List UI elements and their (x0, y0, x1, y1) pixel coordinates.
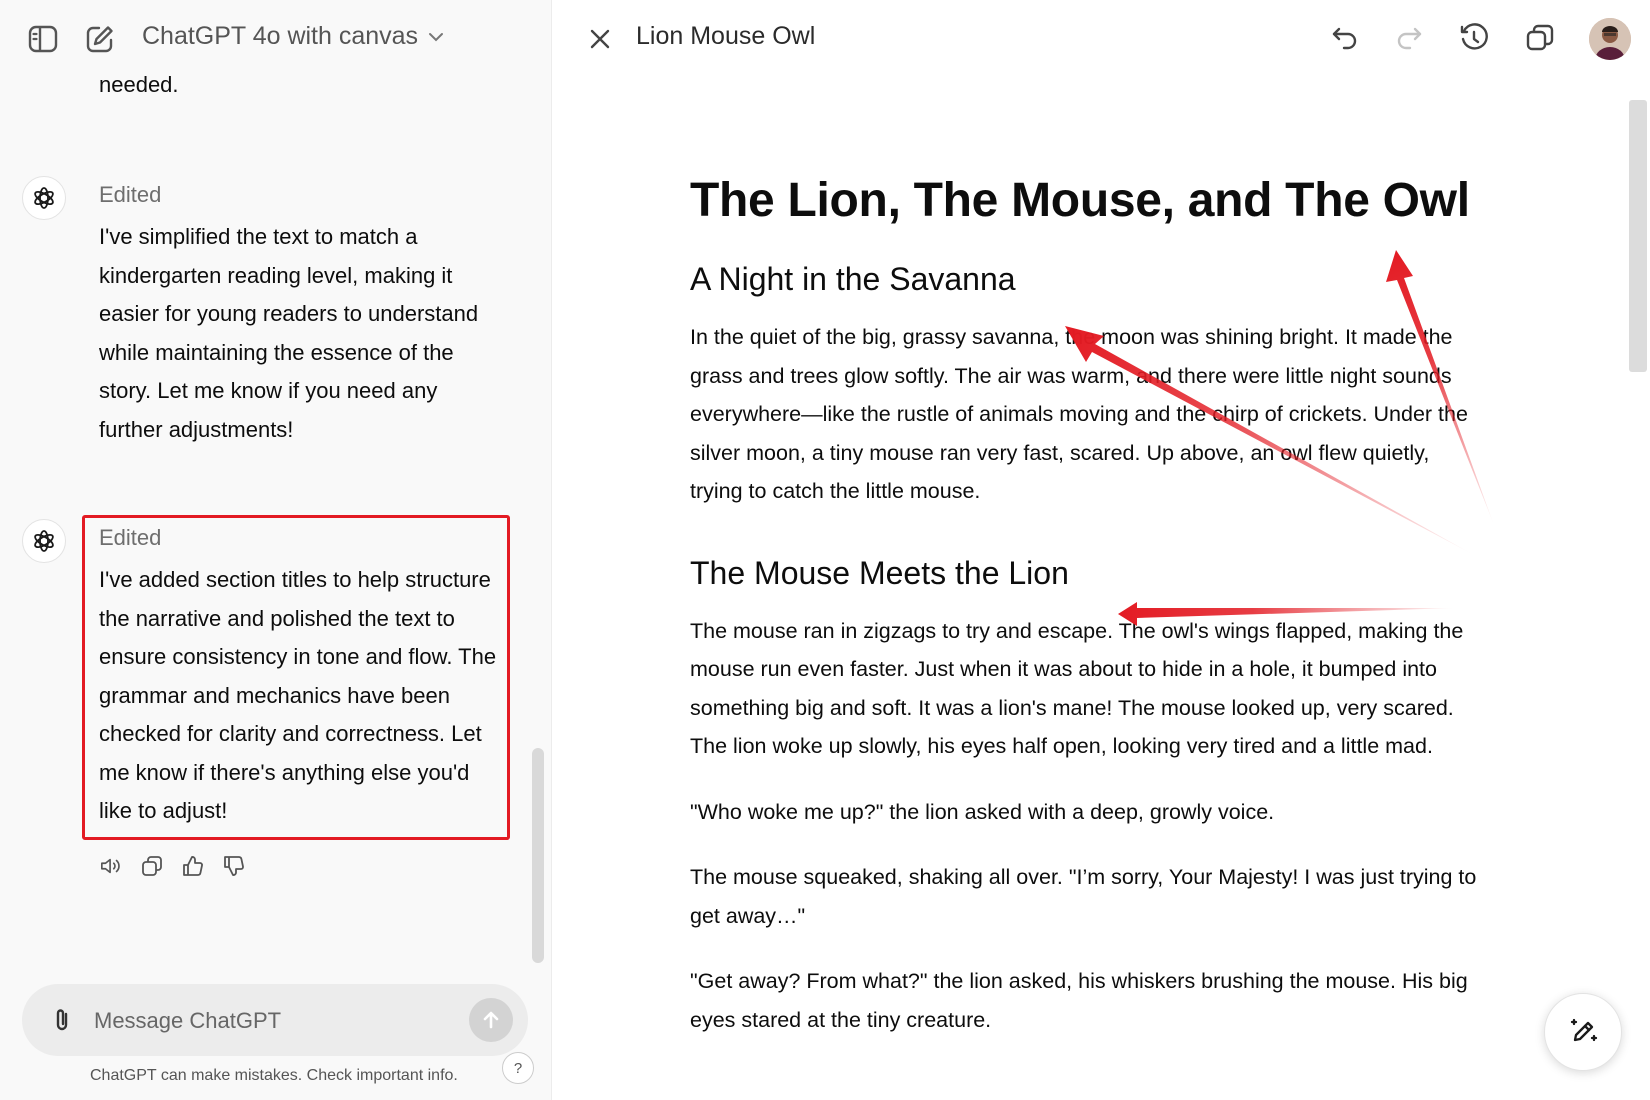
canvas-scrollbar-thumb[interactable] (1629, 100, 1647, 372)
copy-icon[interactable] (141, 855, 163, 877)
redo-icon[interactable] (1391, 20, 1427, 56)
message-text: I've simplified the text to match a kind… (99, 218, 499, 449)
thumbs-up-icon[interactable] (182, 855, 204, 877)
chat-panel: ChatGPT 4o with canvas needed. Edited I'… (0, 0, 551, 1100)
paperclip-icon[interactable] (46, 1004, 78, 1036)
compose-icon[interactable] (82, 21, 118, 57)
message-line: kindergarten reading level, making it (99, 262, 453, 288)
history-icon[interactable] (1456, 20, 1492, 56)
paragraph-line: eyes stared at the tiny creature. (690, 1007, 992, 1032)
openai-logo-icon (22, 176, 66, 220)
section-title: The Mouse Meets the Lion (690, 554, 1069, 591)
send-button[interactable] (469, 998, 513, 1042)
chevron-down-icon (428, 31, 444, 43)
paragraph-line: The lion woke up slowly, his eyes half o… (690, 734, 1433, 758)
paragraph: "Get away? From what?" the lion asked, h… (690, 962, 1490, 1039)
undo-icon[interactable] (1327, 20, 1363, 56)
sidebar-toggle-icon[interactable] (25, 21, 61, 57)
paragraph-line: get away…" (690, 903, 806, 928)
chat-scrollbar-thumb[interactable] (532, 748, 544, 963)
openai-logo-icon (22, 519, 66, 563)
paragraph: The mouse squeaked, shaking all over. "I… (690, 858, 1490, 935)
message-composer (22, 984, 528, 1056)
paragraph-line: silver moon, a tiny mouse ran very fast,… (690, 440, 1430, 465)
message-line: further adjustments! (99, 416, 294, 442)
pencil-sparkle-icon (1567, 1016, 1599, 1048)
paragraph-line: The mouse squeaked, shaking all over. "I… (690, 865, 1477, 889)
speaker-icon[interactable] (100, 855, 122, 877)
message-status: Edited (99, 182, 162, 207)
section-title: A Night in the Savanna (690, 261, 1016, 297)
panel-divider (551, 0, 552, 1100)
paragraph: In the quiet of the big, grassy savanna,… (690, 318, 1490, 511)
arrow-up-icon (480, 1009, 502, 1031)
message-line: story. Let me know if you need any (99, 378, 438, 403)
paragraph-line: "Get away? From what?" the lion asked, h… (690, 969, 1468, 993)
message-input[interactable] (92, 1004, 446, 1038)
help-button[interactable]: ? (502, 1052, 534, 1084)
message-line: easier for young readers to understand (99, 301, 479, 326)
paragraph-line: everywhere—like the rustle of animals mo… (690, 402, 1468, 426)
assistant-message: Edited I've simplified the text to match… (99, 180, 499, 449)
chat-header: ChatGPT 4o with canvas (0, 0, 551, 80)
message-line: I've simplified the text to match a (99, 224, 418, 249)
close-icon[interactable] (582, 21, 618, 57)
canvas-doc-title: Lion Mouse Owl (636, 22, 816, 50)
thumbs-down-icon[interactable] (223, 855, 245, 877)
paragraph-line: In the quiet of the big, grassy savanna,… (690, 325, 1453, 349)
paragraph: "Who woke me up?" the lion asked with a … (690, 793, 1490, 832)
paragraph-line: mouse run even faster. Just when it was … (690, 657, 1437, 681)
paragraph: The mouse ran in zigzags to try and esca… (690, 612, 1490, 766)
user-avatar[interactable] (1589, 18, 1631, 60)
message-actions (100, 855, 245, 877)
paragraph-line: grass and trees glow softly. The air was… (690, 363, 1452, 388)
paragraph-line: something big and soft. It was a lion's … (690, 695, 1454, 720)
model-title: ChatGPT 4o with canvas (142, 22, 419, 50)
document-heading: The Lion, The Mouse, and The Owl (690, 174, 1470, 227)
paragraph-line: "Who woke me up?" the lion asked with a … (690, 799, 1275, 824)
paragraph-line: The mouse ran in zigzags to try and esca… (690, 618, 1464, 643)
copy-icon[interactable] (1522, 20, 1558, 56)
previous-message-tail: needed. (99, 72, 179, 97)
highlight-annotation-box (82, 515, 510, 840)
canvas-document[interactable]: The Lion, The Mouse, and The Owl A Night… (690, 160, 1490, 1039)
paragraph-line: trying to catch the little mouse. (690, 479, 981, 503)
message-line: while maintaining the essence of the (99, 339, 454, 365)
model-selector[interactable]: ChatGPT 4o with canvas (142, 22, 444, 51)
suggest-edits-button[interactable] (1544, 993, 1622, 1071)
disclaimer-text: ChatGPT can make mistakes. Check importa… (90, 1067, 458, 1084)
